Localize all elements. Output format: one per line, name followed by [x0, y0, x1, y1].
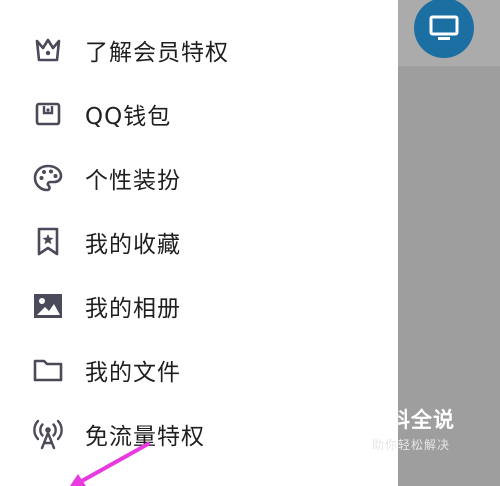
wallet-icon	[28, 94, 68, 134]
monitor-icon	[429, 14, 459, 42]
menu-item-my-album[interactable]: 我的相册	[0, 274, 398, 338]
menu-item-label: 个性装扮	[85, 168, 181, 194]
menu-item-my-files[interactable]: 我的文件	[0, 338, 398, 402]
side-drawer-menu: 了解会员特权 QQ钱包 个性装扮 我的收藏 我的相册 我的文件 免流量特权	[0, 0, 398, 486]
image-icon	[28, 286, 68, 326]
folder-icon	[28, 350, 68, 390]
menu-item-label: 了解会员特权	[85, 40, 229, 66]
palette-icon	[28, 158, 68, 198]
menu-item-label: 我的文件	[85, 360, 181, 386]
watermark-logo: 百科全说 助你轻松解决	[356, 404, 466, 460]
menu-item-label: 我的收藏	[85, 232, 181, 258]
watermark-title: 百科全说	[367, 408, 455, 432]
bookmark-star-icon	[28, 222, 68, 262]
menu-item-my-favorites[interactable]: 我的收藏	[0, 210, 398, 274]
menu-item-personal-dressup[interactable]: 个性装扮	[0, 146, 398, 210]
menu-item-vip-privileges[interactable]: 了解会员特权	[0, 18, 398, 82]
crown-icon	[28, 30, 68, 70]
pointer-arrow-annotation	[48, 436, 168, 486]
watermark-subtitle: 助你轻松解决	[371, 438, 450, 452]
menu-item-label: 我的相册	[85, 296, 181, 322]
computer-avatar-button[interactable]	[414, 0, 474, 58]
menu-item-label: QQ钱包	[85, 104, 172, 130]
menu-item-qq-wallet[interactable]: QQ钱包	[0, 82, 398, 146]
